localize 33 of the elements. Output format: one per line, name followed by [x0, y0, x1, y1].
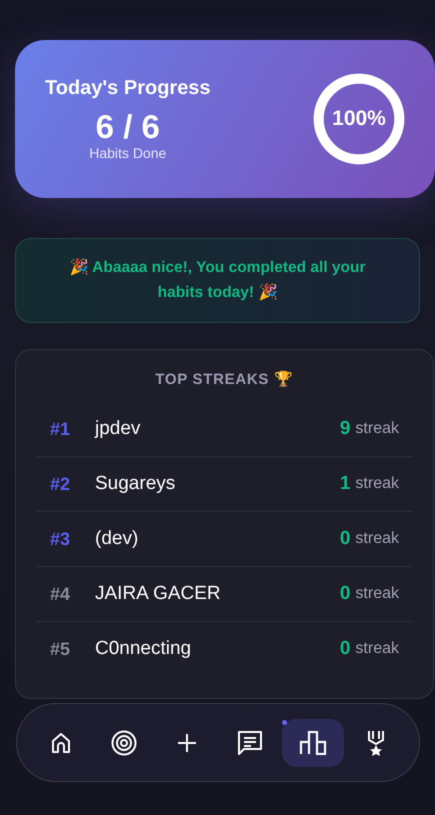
streak-unit: streak: [355, 475, 399, 493]
section-title: TOP STREAKS 🏆: [154, 370, 295, 388]
medal-icon: [366, 730, 384, 756]
chat-icon: [236, 730, 262, 756]
rank-label: #3: [50, 528, 72, 550]
rank-label: #5: [50, 638, 72, 660]
streak-unit: streak: [355, 640, 399, 658]
streak-count: 0: [340, 528, 350, 550]
streak-count: 0: [340, 583, 350, 605]
percent-label: 100%: [332, 107, 386, 131]
user-name: (dev): [95, 528, 140, 550]
rank-label: #4: [50, 584, 72, 604]
add-icon: [176, 732, 198, 754]
card-title: Today's Progress: [45, 77, 211, 100]
banner-message: 🎉 Abaaaa nice!, You completed all your habits today! 🎉: [68, 257, 367, 302]
user-name: jpdev: [95, 418, 142, 440]
podium-icon: [298, 730, 326, 754]
streak-count: 1: [340, 473, 350, 495]
habit-caption: Habits Done: [89, 145, 166, 161]
streak-unit: streak: [355, 420, 399, 438]
nav-button[interactable]: [282, 718, 344, 766]
user-name: C0nnecting: [95, 638, 192, 660]
habit-count: 6 / 6: [96, 110, 160, 143]
user-name: Sugareys: [95, 473, 176, 495]
streak-unit: streak: [355, 585, 399, 603]
streak-count: 0: [340, 638, 350, 660]
streak-unit: streak: [355, 530, 399, 548]
notification-dot: [282, 720, 286, 724]
streak-count: 9: [340, 418, 350, 440]
user-name: JAIRA GACER: [95, 583, 222, 605]
target-icon: [110, 728, 138, 756]
rank-label: #2: [50, 474, 72, 494]
rank-label: #1: [50, 418, 72, 440]
